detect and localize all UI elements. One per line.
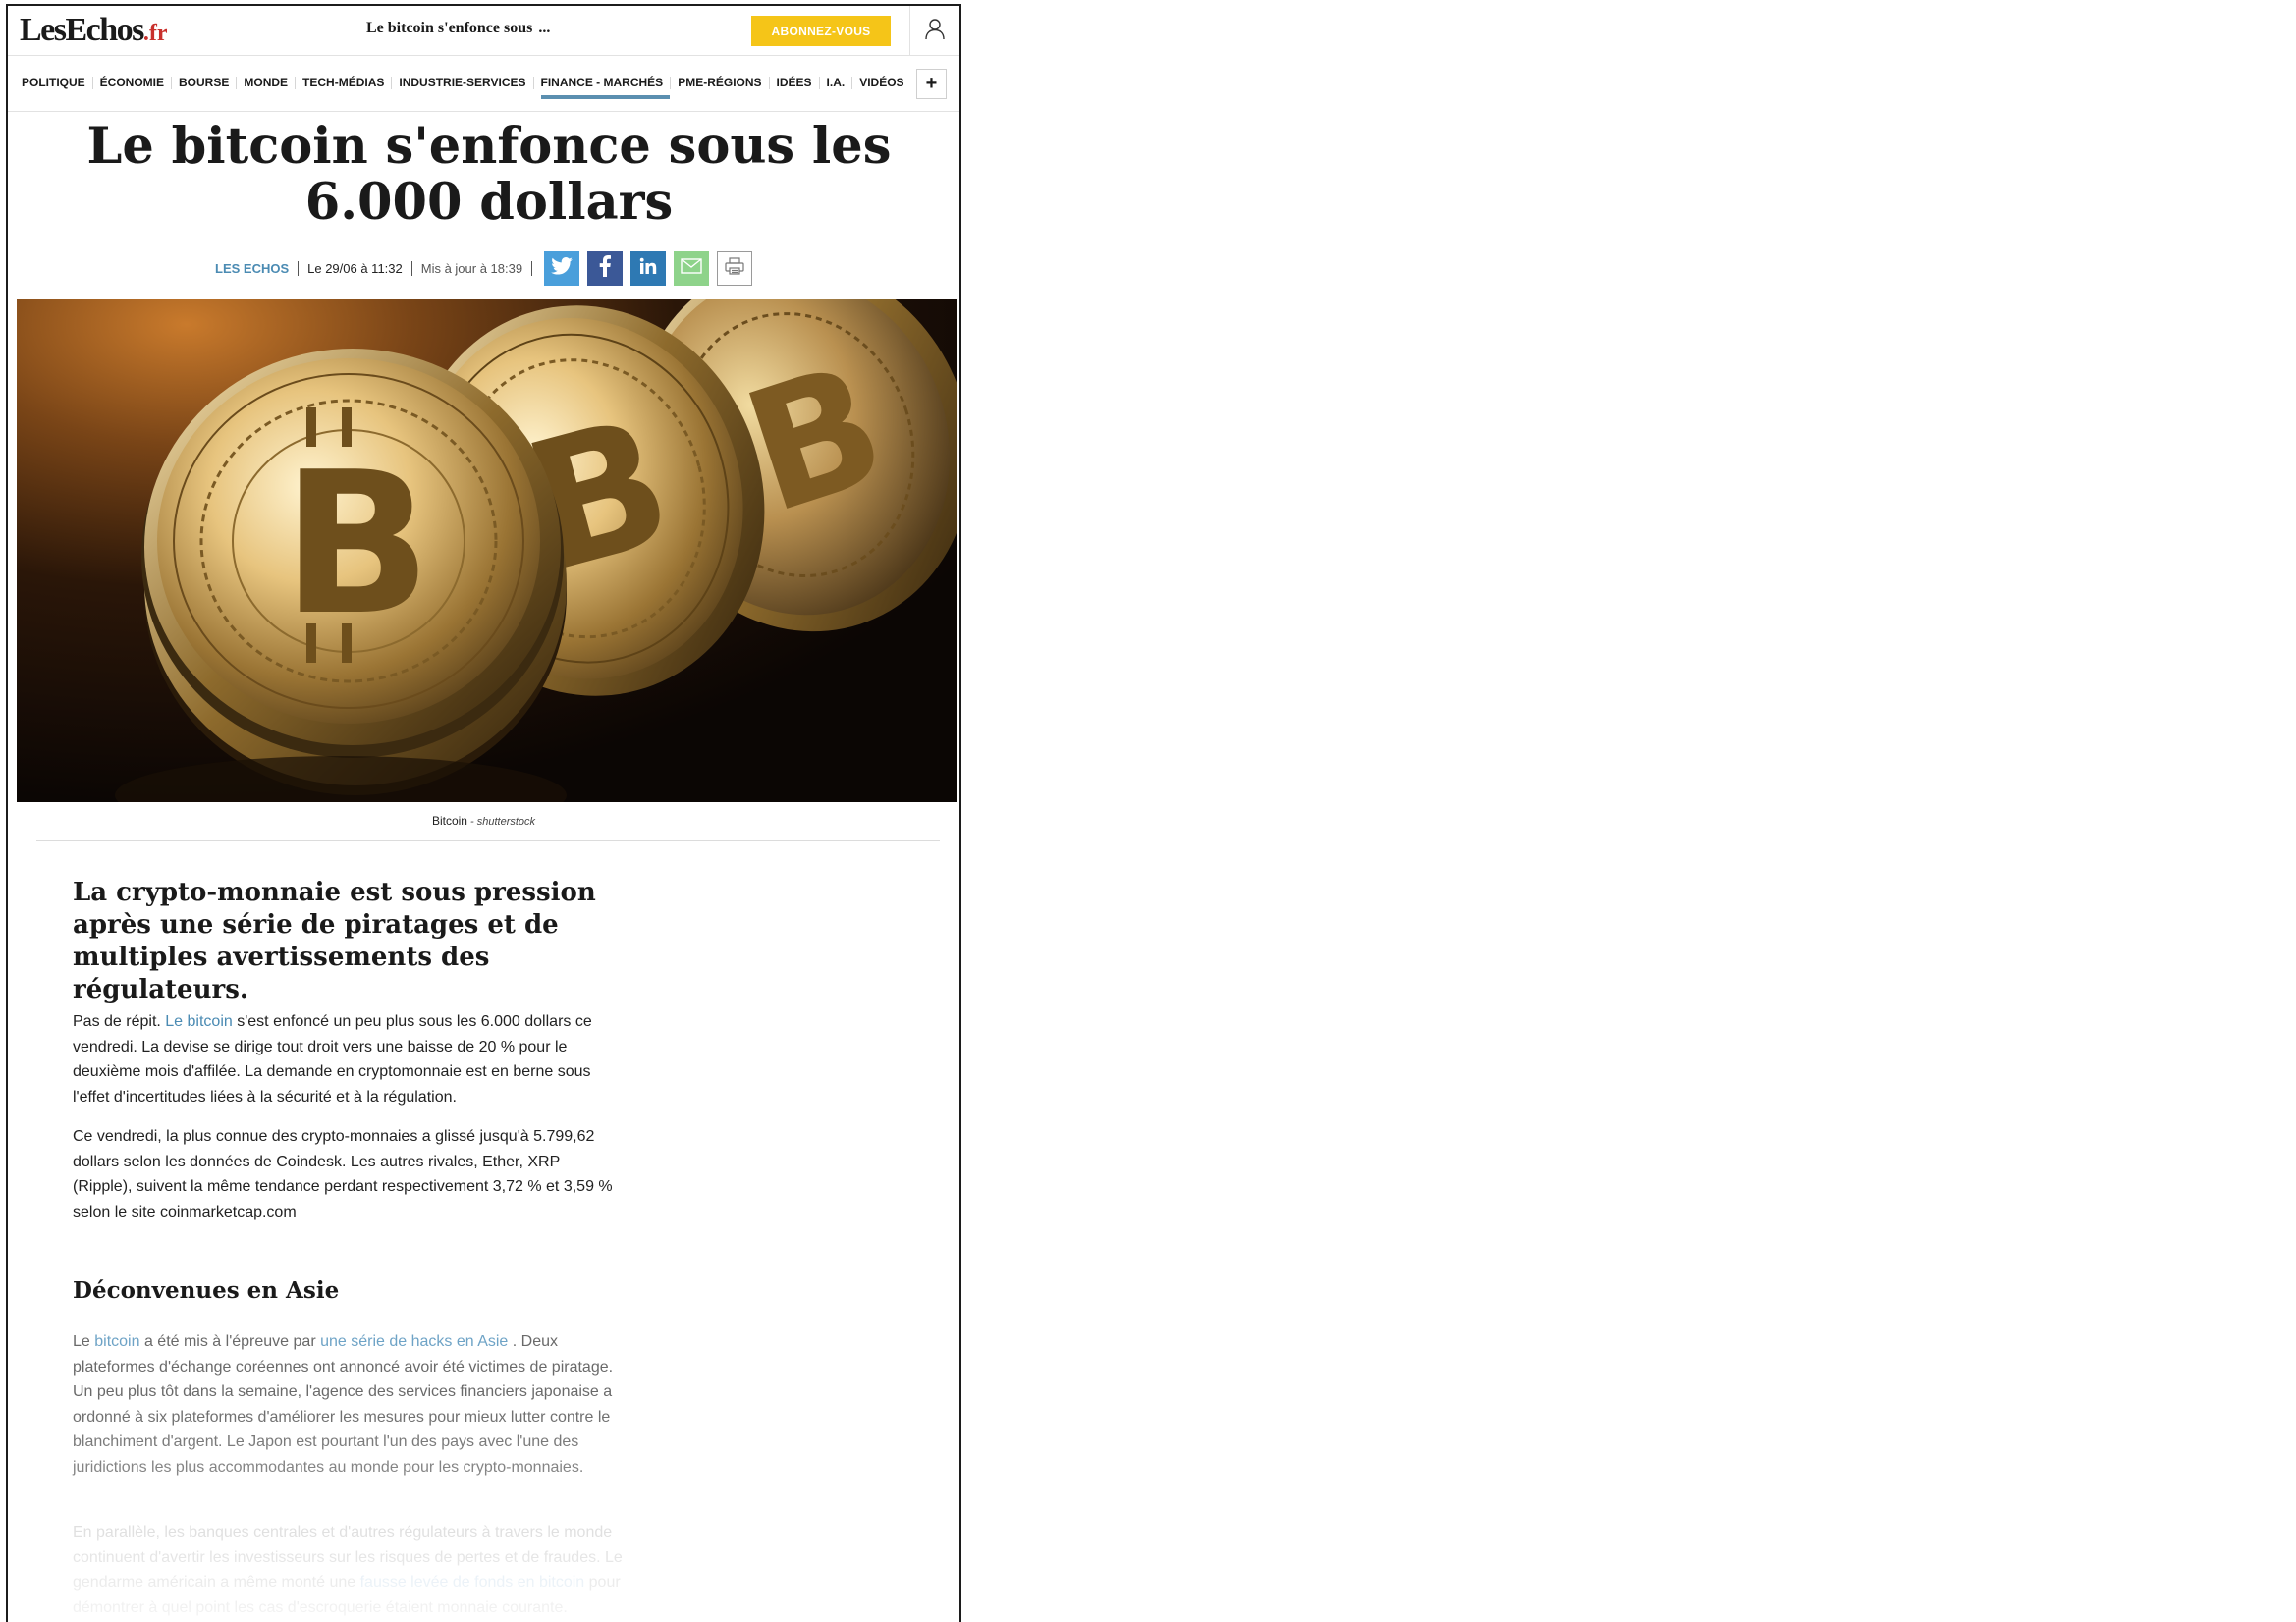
plus-icon: +	[925, 73, 938, 94]
publish-date: Le 29/06 à 11:32	[307, 260, 403, 276]
account-button[interactable]	[909, 6, 959, 56]
print-icon	[725, 256, 744, 280]
top-bar: LesEchos.fr Le bitcoin s'enfonce sous...…	[8, 6, 959, 56]
sticky-title-ellipsis: ...	[538, 20, 551, 36]
sticky-title-text: Le bitcoin s'enfonce sous	[366, 20, 533, 36]
paragraph-text: . Deux plateformes d'échange coréennes o…	[73, 1333, 614, 1476]
nav-item-politique[interactable]: POLITIQUE	[22, 77, 92, 89]
byline-source[interactable]: LES ECHOS	[215, 261, 289, 276]
nav-item-economie[interactable]: ÉCONOMIE	[91, 77, 171, 89]
subscribe-button[interactable]: ABONNEZ-VOUS	[751, 16, 891, 46]
share-linkedin-button[interactable]	[630, 250, 667, 286]
byline-divider	[531, 260, 533, 276]
article-title: Le bitcoin s'enfonce sous les 6.000 doll…	[86, 117, 892, 232]
nav-item-industrie-services[interactable]: INDUSTRIE-SERVICES	[391, 77, 532, 89]
article-paragraph: Pas de répit. Le bitcoin s'est enfoncé u…	[73, 1009, 623, 1109]
article-lead: La crypto-monnaie est sous pression aprè…	[73, 878, 596, 1004]
byline-divider	[298, 260, 300, 276]
nav-more-button[interactable]: +	[916, 69, 947, 99]
article-hero-image: B B B	[17, 299, 957, 802]
update-time: Mis à jour à 18:39	[420, 260, 523, 276]
twitter-icon	[551, 256, 573, 280]
link-fausse-levee[interactable]: fausse levée de fonds en bitcoin	[360, 1574, 585, 1591]
article-paragraph: Ce vendredi, la plus connue des crypto-m…	[73, 1128, 613, 1220]
article-page: LesEchos.fr Le bitcoin s'enfonce sous...…	[6, 4, 961, 1622]
print-button[interactable]	[717, 250, 753, 286]
mail-icon	[681, 257, 702, 279]
logo-main: LesEchos	[20, 12, 144, 48]
user-icon	[923, 17, 947, 45]
facebook-icon	[599, 254, 612, 282]
section-subheading: Déconvenues en Asie	[73, 1277, 340, 1304]
link-hacks-asie[interactable]: une série de hacks en Asie	[320, 1333, 508, 1350]
nav-item-idees[interactable]: IDÉES	[768, 77, 819, 89]
share-facebook-button[interactable]	[587, 250, 624, 286]
caption-text: Bitcoin	[431, 814, 467, 828]
nav-list: POLITIQUE ÉCONOMIE BOURSE MONDE TECH-MÉD…	[22, 77, 911, 99]
link-bitcoin[interactable]: Le bitcoin	[165, 1013, 233, 1030]
site-logo[interactable]: LesEchos.fr	[20, 12, 168, 49]
nav-item-monde[interactable]: MONDE	[236, 77, 295, 89]
share-email-button[interactable]	[674, 250, 710, 286]
nav-item-bourse[interactable]: BOURSE	[171, 77, 236, 89]
nav-item-ia[interactable]: I.A.	[818, 77, 852, 89]
linkedin-icon	[639, 257, 657, 280]
section-nav: POLITIQUE ÉCONOMIE BOURSE MONDE TECH-MÉD…	[8, 57, 959, 112]
article-paragraph: En parallèle, les banques centrales et d…	[73, 1520, 623, 1620]
paragraph-text: Pas de répit.	[73, 1013, 166, 1030]
sticky-article-title: Le bitcoin s'enfonce sous...	[366, 20, 550, 37]
nav-item-pme-regions[interactable]: PME-RÉGIONS	[670, 77, 768, 89]
divider	[36, 840, 940, 841]
link-bitcoin[interactable]: bitcoin	[94, 1333, 139, 1350]
nav-item-tech-medias[interactable]: TECH-MÉDIAS	[295, 77, 391, 89]
paragraph-text: a été mis à l'épreuve par	[139, 1333, 321, 1350]
image-credit: - shutterstock	[466, 816, 536, 828]
nav-item-finance-marches[interactable]: FINANCE - MARCHÉS	[532, 77, 671, 99]
logo-suffix: .fr	[142, 21, 168, 46]
byline-divider	[410, 260, 412, 276]
image-caption: Bitcoin - shutterstock	[8, 814, 959, 828]
nav-item-videos[interactable]: VIDÉOS	[851, 77, 910, 89]
paragraph-text: Le	[73, 1333, 95, 1350]
article-paragraph: Le bitcoin a été mis à l'épreuve par une…	[73, 1329, 623, 1481]
share-twitter-button[interactable]	[544, 250, 580, 286]
svg-text:B: B	[282, 430, 431, 659]
byline: LES ECHOS Le 29/06 à 11:32 Mis à jour à …	[215, 250, 760, 286]
